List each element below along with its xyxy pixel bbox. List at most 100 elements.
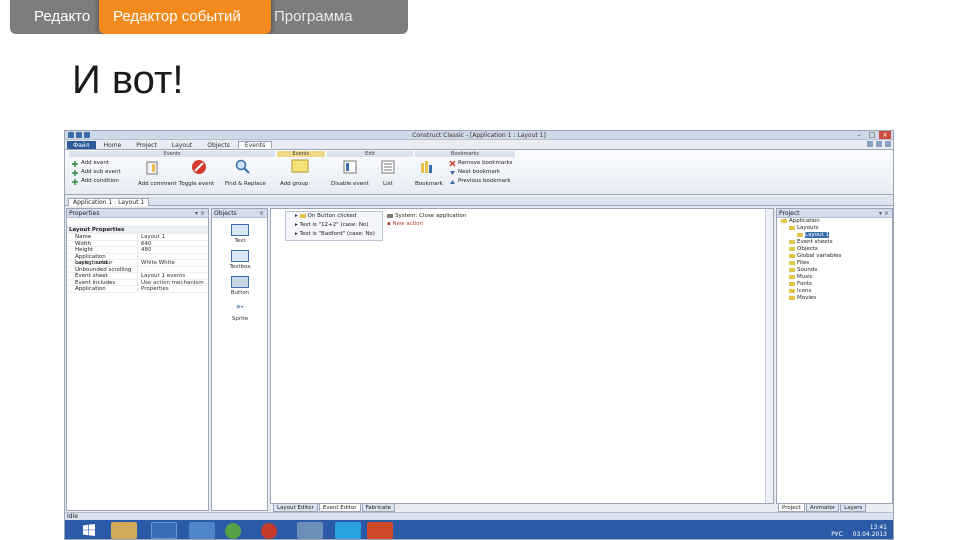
tab-home[interactable]: Home <box>97 141 129 149</box>
property-key: Application <box>75 286 106 292</box>
vlc-taskbar-icon[interactable] <box>151 522 177 539</box>
properties-list: Name Layout 1 Width 640 Height 480 Application… <box>67 234 208 293</box>
vertical-scrollbar[interactable] <box>765 209 773 503</box>
tab-project[interactable]: Project <box>778 504 805 512</box>
tray-clock[interactable]: 13:41 03.04.2013 <box>853 524 887 538</box>
windows-start-icon[interactable] <box>83 524 95 536</box>
add-condition-button[interactable]: Add condition <box>81 178 119 184</box>
project-tree-item[interactable]: Global variables <box>777 253 892 260</box>
tab-program[interactable]: Программа <box>272 0 408 34</box>
property-value[interactable]: White White <box>137 260 208 266</box>
project-tree-item[interactable]: Music <box>777 274 892 281</box>
project-tree-item[interactable]: Event sheets <box>777 239 892 246</box>
project-tree-item[interactable]: Layouts <box>777 225 892 232</box>
project-tree-item[interactable]: Icons <box>777 288 892 295</box>
tray-language[interactable]: РУС <box>831 531 842 538</box>
tab-editor[interactable]: Редакто <box>10 0 102 34</box>
folder-icon <box>789 246 795 251</box>
folder-icon <box>789 239 795 244</box>
project-tree-item[interactable]: Sounds <box>777 267 892 274</box>
property-key: Width <box>75 240 91 247</box>
project-tree-item[interactable]: Fonts <box>777 281 892 288</box>
condition-row[interactable]: ▸ On Button clicked <box>295 212 356 220</box>
add-comment-button[interactable]: Add comment <box>138 181 177 187</box>
object-button[interactable]: Button <box>218 276 262 296</box>
property-value[interactable] <box>137 253 208 259</box>
remove-bookmarks-button[interactable]: Remove bookmarks <box>458 160 513 166</box>
help-icon[interactable] <box>867 141 873 147</box>
minimize-button[interactable]: – <box>853 131 865 139</box>
project-tree-item[interactable]: Objects <box>777 246 892 253</box>
add-sub-event-button[interactable]: Add sub event <box>81 169 121 175</box>
add-event-button[interactable]: Add event <box>81 160 109 166</box>
property-row[interactable]: Application Properties <box>67 286 208 293</box>
project-tree-item[interactable]: Files <box>777 260 892 267</box>
property-value[interactable]: Layout 1 events <box>137 273 208 279</box>
tab-events[interactable]: Events <box>237 141 273 149</box>
app-taskbar-icon[interactable] <box>297 522 323 539</box>
new-action-row[interactable]: ▪ New action <box>387 220 423 228</box>
condition-row[interactable]: ▸ Text is "12+2" (case: No) <box>295 221 368 229</box>
project-tree-item[interactable]: Movies <box>777 295 892 302</box>
restore-icon[interactable] <box>876 141 882 147</box>
property-value[interactable]: 640 <box>137 240 208 246</box>
property-value[interactable]: Properties <box>137 286 208 292</box>
close-button[interactable]: × <box>879 131 891 139</box>
action-row[interactable]: System: Close application <box>387 212 466 220</box>
properties-group: Layout Properties <box>67 227 208 234</box>
opera-taskbar-icon[interactable] <box>261 523 277 539</box>
skype-taskbar-icon[interactable] <box>335 522 361 539</box>
find-replace-button[interactable]: Find & Replace <box>225 181 266 187</box>
property-value[interactable]: 480 <box>137 247 208 253</box>
condition-text: Text is "12+2" (case: No) <box>299 222 369 228</box>
tab-project[interactable]: Project <box>129 141 164 149</box>
tab-layers[interactable]: Layers <box>840 504 867 512</box>
powerpoint-taskbar-icon[interactable] <box>367 522 393 539</box>
next-bookmark-button[interactable]: Next bookmark <box>458 169 500 175</box>
close-doc-icon[interactable] <box>885 141 891 147</box>
maximize-button[interactable]: □ <box>866 131 878 139</box>
property-value[interactable] <box>137 266 208 272</box>
toggle-event-icon <box>192 160 206 174</box>
close-panel-icon[interactable]: × <box>259 209 264 218</box>
property-value[interactable]: Layout 1 <box>137 234 208 240</box>
tab-fabricate[interactable]: Fabricate <box>361 504 395 512</box>
document-tabs: Application 1 : Layout 1 <box>65 197 893 206</box>
tab-file[interactable]: Файл <box>67 141 96 149</box>
pin-icon[interactable]: ▾ × <box>195 209 205 218</box>
tree-item-label: Sounds <box>797 267 818 273</box>
construct-taskbar-icon[interactable] <box>189 522 215 539</box>
list-button[interactable]: List <box>383 181 393 187</box>
remove-bookmarks-icon <box>449 160 456 167</box>
list-icon <box>381 160 395 174</box>
object-sprite[interactable]: ➳ Sprite <box>218 302 262 322</box>
chrome-taskbar-icon[interactable] <box>225 523 241 539</box>
object-text[interactable]: Text <box>218 224 262 244</box>
previous-bookmark-button[interactable]: Previous bookmark <box>458 178 511 184</box>
status-bar: Idle <box>65 512 893 520</box>
tab-objects[interactable]: Objects <box>200 141 237 149</box>
disable-event-button[interactable]: Disable event <box>331 181 369 187</box>
explorer-taskbar-icon[interactable] <box>111 522 137 539</box>
object-textbox[interactable]: Textbox <box>218 250 262 270</box>
project-tree-item[interactable]: Application <box>777 218 892 225</box>
object-label: Sprite <box>231 316 249 322</box>
window-titlebar: Construct Classic - [Application 1 : Lay… <box>65 131 893 140</box>
comment-icon <box>146 161 158 175</box>
add-group-button[interactable]: Add group <box>280 181 308 187</box>
tab-layout[interactable]: Layout <box>165 141 199 149</box>
tab-layout-editor[interactable]: Layout Editor <box>273 504 318 512</box>
properties-toolbar <box>67 218 208 227</box>
tab-animator[interactable]: Animator <box>805 504 840 512</box>
pin-icon[interactable]: ▾ × <box>879 209 889 218</box>
doc-tab-layout[interactable]: Application 1 : Layout 1 <box>68 198 150 206</box>
sprite-object-icon: ➳ <box>235 302 245 313</box>
tab-event-editor[interactable]: Редактор событий <box>99 0 271 34</box>
tab-event-editor[interactable]: Event Editor <box>318 504 361 512</box>
toggle-event-button[interactable]: Toggle event <box>179 181 214 187</box>
bookmark-button[interactable]: Bookmark <box>415 181 443 187</box>
condition-row[interactable]: ▸ Text is "Badford" (case: No) <box>295 230 375 238</box>
project-tree-item[interactable]: Layout 1 <box>777 232 892 239</box>
project-title: Project ▾ × <box>777 209 892 218</box>
property-value[interactable]: Use action mechanism <box>137 279 208 285</box>
